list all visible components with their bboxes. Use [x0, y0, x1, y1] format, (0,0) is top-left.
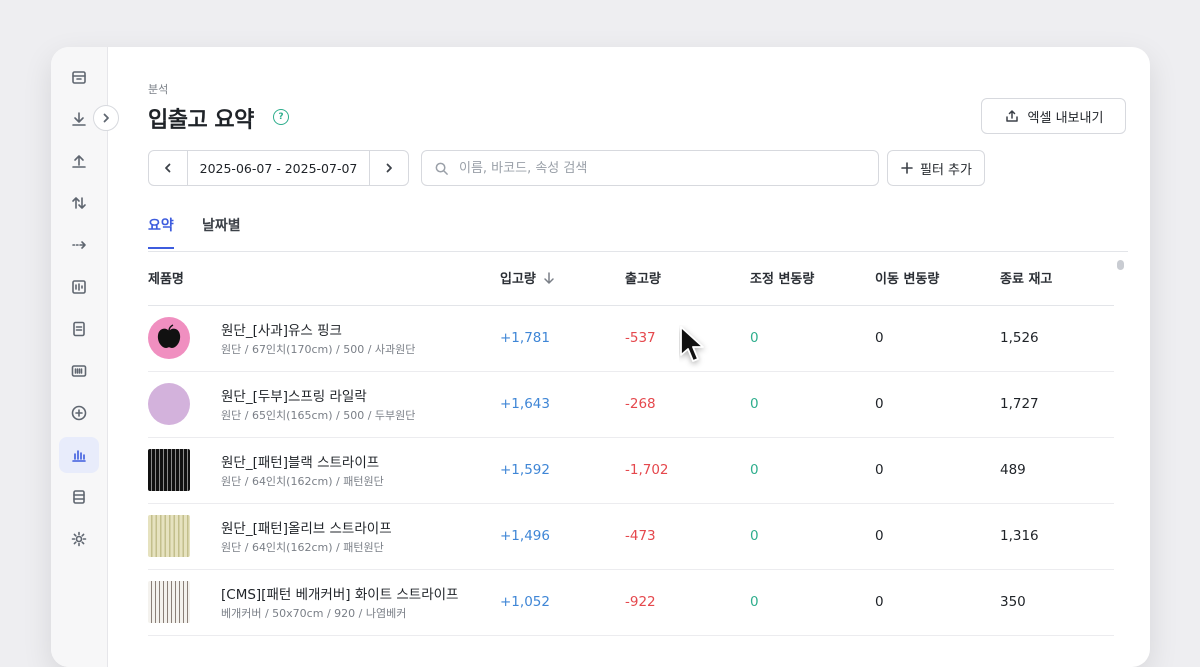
arrow-down-icon [544, 271, 554, 284]
product-thumbnail [148, 383, 190, 425]
product-thumbnail [148, 515, 190, 557]
column-header-out[interactable]: 출고량 [625, 268, 661, 287]
table-row[interactable]: [CMS][패턴 베개커버] 화이트 스트라이프 베개커버 / 50x70cm … [148, 570, 1114, 636]
search-input[interactable] [457, 159, 841, 177]
product-desc: 원단 / 67인치(170cm) / 500 / 사과원단 [221, 343, 416, 356]
column-header-end-stock[interactable]: 종료 재고 [1000, 268, 1052, 287]
in-qty: +1,496 [500, 528, 550, 544]
product-thumbnail [148, 449, 190, 491]
move-qty: 0 [875, 330, 884, 346]
adjust-qty: 0 [750, 330, 759, 346]
table-row[interactable]: 원단_[사과]유스 핑크 원단 / 67인치(170cm) / 500 / 사과… [148, 306, 1114, 372]
adjust-qty: 0 [750, 528, 759, 544]
product-name: 원단_[패턴]블랙 스트라이프 [221, 455, 380, 471]
barcode-icon[interactable] [59, 353, 99, 389]
product-desc: 원단 / 65인치(165cm) / 500 / 두부원단 [221, 409, 416, 422]
date-range-picker: 2025-06-07 - 2025-07-07 [148, 150, 409, 186]
in-qty: +1,643 [500, 396, 550, 412]
table-scrollbar[interactable] [1117, 260, 1124, 270]
tab-by-date[interactable]: 날짜별 [202, 215, 241, 247]
sidebar [51, 47, 108, 667]
add-circle-icon[interactable] [59, 395, 99, 431]
adjust-qty: 0 [750, 594, 759, 610]
out-qty: -473 [625, 528, 656, 544]
upload-icon[interactable] [59, 143, 99, 179]
out-qty: -922 [625, 594, 656, 610]
move-qty: 0 [875, 528, 884, 544]
move-qty: 0 [875, 396, 884, 412]
page-title: 입출고 요약 [148, 108, 254, 133]
tab-summary[interactable]: 요약 [148, 215, 174, 249]
chevron-right-icon [386, 163, 392, 173]
app-window: 분석 입출고 요약 ? 엑셀 내보내기 2025-06-07 - 2025-07… [51, 47, 1150, 667]
move-icon[interactable] [59, 227, 99, 263]
in-qty: +1,781 [500, 330, 550, 346]
out-qty: -268 [625, 396, 656, 412]
column-header-move[interactable]: 이동 변동량 [875, 268, 939, 287]
product-desc: 베개커버 / 50x70cm / 920 / 나염베커 [221, 607, 407, 620]
chevron-right-icon [103, 113, 109, 123]
column-header-product[interactable]: 제품명 [148, 268, 184, 287]
table-header: 제품명 입고량 출고량 조정 변동량 이동 변동량 종료 재고 [148, 251, 1114, 306]
move-qty: 0 [875, 462, 884, 478]
filter-label: 필터 추가 [920, 162, 972, 178]
date-next-button[interactable] [370, 151, 408, 185]
end-stock: 489 [1000, 462, 1026, 478]
transfer-icon[interactable] [59, 185, 99, 221]
gear-icon[interactable] [59, 521, 99, 557]
out-qty: -537 [625, 330, 656, 346]
table-row[interactable]: 원단_[패턴]블랙 스트라이프 원단 / 64인치(162cm) / 패턴원단 … [148, 438, 1114, 504]
plus-icon [901, 162, 913, 174]
date-range-value[interactable]: 2025-06-07 - 2025-07-07 [187, 151, 370, 185]
stats-card-icon[interactable] [59, 269, 99, 305]
end-stock: 1,316 [1000, 528, 1039, 544]
sidebar-toggle-button[interactable] [93, 105, 119, 131]
tab-bar: 요약 날짜별 [148, 207, 1128, 252]
product-name: 원단_[패턴]올리브 스트라이프 [221, 521, 392, 537]
box-icon[interactable] [59, 59, 99, 95]
product-name: 원단_[두부]스프링 라일락 [221, 389, 367, 405]
product-thumbnail [148, 581, 190, 623]
end-stock: 1,526 [1000, 330, 1039, 346]
search-icon [435, 162, 448, 175]
breadcrumb: 분석 [148, 83, 169, 96]
in-qty: +1,052 [500, 594, 550, 610]
chevron-left-icon [165, 163, 171, 173]
product-desc: 원단 / 64인치(162cm) / 패턴원단 [221, 475, 384, 488]
column-header-in[interactable]: 입고량 [500, 268, 556, 287]
share-export-icon [1005, 110, 1018, 122]
help-icon[interactable]: ? [273, 109, 289, 125]
export-label: 엑셀 내보내기 [1027, 110, 1104, 126]
product-thumbnail [148, 317, 190, 359]
adjust-qty: 0 [750, 462, 759, 478]
apple-icon [157, 324, 181, 348]
in-qty: +1,592 [500, 462, 550, 478]
table-row[interactable]: 원단_[두부]스프링 라일락 원단 / 65인치(165cm) / 500 / … [148, 372, 1114, 438]
mouse-cursor-icon [680, 326, 704, 362]
product-desc: 원단 / 64인치(162cm) / 패턴원단 [221, 541, 384, 554]
adjust-qty: 0 [750, 396, 759, 412]
search-box [421, 150, 879, 186]
column-header-adjust[interactable]: 조정 변동량 [750, 268, 814, 287]
summary-table: 제품명 입고량 출고량 조정 변동량 이동 변동량 종료 재고 원단_[사과]유… [148, 251, 1114, 636]
product-name: [CMS][패턴 베개커버] 화이트 스트라이프 [221, 587, 459, 603]
product-name: 원단_[사과]유스 핑크 [221, 323, 342, 339]
document-icon[interactable] [59, 311, 99, 347]
table-row[interactable]: 원단_[패턴]올리브 스트라이프 원단 / 64인치(162cm) / 패턴원단… [148, 504, 1114, 570]
end-stock: 350 [1000, 594, 1026, 610]
out-qty: -1,702 [625, 462, 669, 478]
export-excel-button[interactable]: 엑셀 내보내기 [981, 98, 1126, 134]
bar-chart-icon[interactable] [59, 437, 99, 473]
database-icon[interactable] [59, 479, 99, 515]
move-qty: 0 [875, 594, 884, 610]
end-stock: 1,727 [1000, 396, 1039, 412]
add-filter-button[interactable]: 필터 추가 [887, 150, 985, 186]
date-prev-button[interactable] [149, 151, 187, 185]
